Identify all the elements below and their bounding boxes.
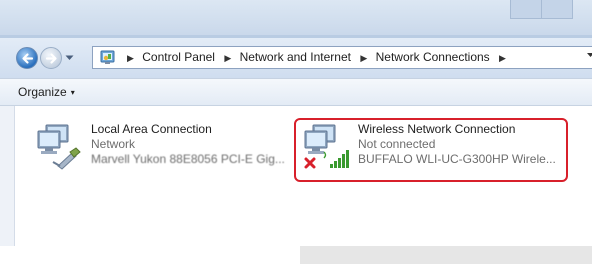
- forward-arrow-icon: [45, 53, 57, 64]
- breadcrumb-separator-icon[interactable]: ▶: [499, 48, 506, 69]
- connection-device: Marvell Yukon 88E8056 PCI-E Gig...: [91, 152, 285, 166]
- recent-pages-dropdown-icon[interactable]: [65, 55, 74, 61]
- forward-button[interactable]: [40, 47, 62, 69]
- connection-name: Local Area Connection: [91, 122, 212, 136]
- organize-label: Organize: [18, 85, 67, 99]
- maximize-button[interactable]: [541, 0, 573, 19]
- window-title-bar: [0, 0, 592, 38]
- back-arrow-icon: [22, 53, 34, 64]
- wired-network-adapter-icon: [37, 124, 81, 170]
- navigation-bar: ▶ Control Panel ▶ Network and Internet ▶…: [0, 38, 592, 78]
- chevron-down-icon[interactable]: [587, 53, 592, 58]
- navigation-pane: [0, 106, 15, 246]
- organize-button[interactable]: Organize ▾: [18, 85, 75, 99]
- connection-status: Network: [91, 137, 136, 151]
- breadcrumb-control-panel[interactable]: Control Panel: [142, 50, 215, 64]
- breadcrumb-separator-icon[interactable]: ▶: [127, 48, 134, 69]
- breadcrumb-network-connections[interactable]: Network Connections: [376, 50, 490, 64]
- back-button[interactable]: [16, 47, 38, 69]
- control-panel-icon: [100, 50, 115, 64]
- command-bar: Organize ▾: [0, 78, 592, 106]
- connection-item-local-area[interactable]: Local Area Connection Network Marvell Yu…: [36, 122, 286, 170]
- breadcrumb-network-and-internet[interactable]: Network and Internet: [240, 50, 351, 64]
- details-pane-strip: [300, 246, 592, 264]
- breadcrumb-separator-icon[interactable]: ▶: [224, 48, 231, 69]
- dropdown-arrow-icon: ▾: [70, 88, 75, 97]
- breadcrumb: ▶ Control Panel ▶ Network and Internet ▶…: [121, 47, 511, 68]
- highlight-box: [294, 118, 568, 182]
- breadcrumb-separator-icon[interactable]: ▶: [360, 48, 367, 69]
- minimize-button[interactable]: [510, 0, 542, 19]
- address-field[interactable]: ▶ Control Panel ▶ Network and Internet ▶…: [92, 46, 592, 69]
